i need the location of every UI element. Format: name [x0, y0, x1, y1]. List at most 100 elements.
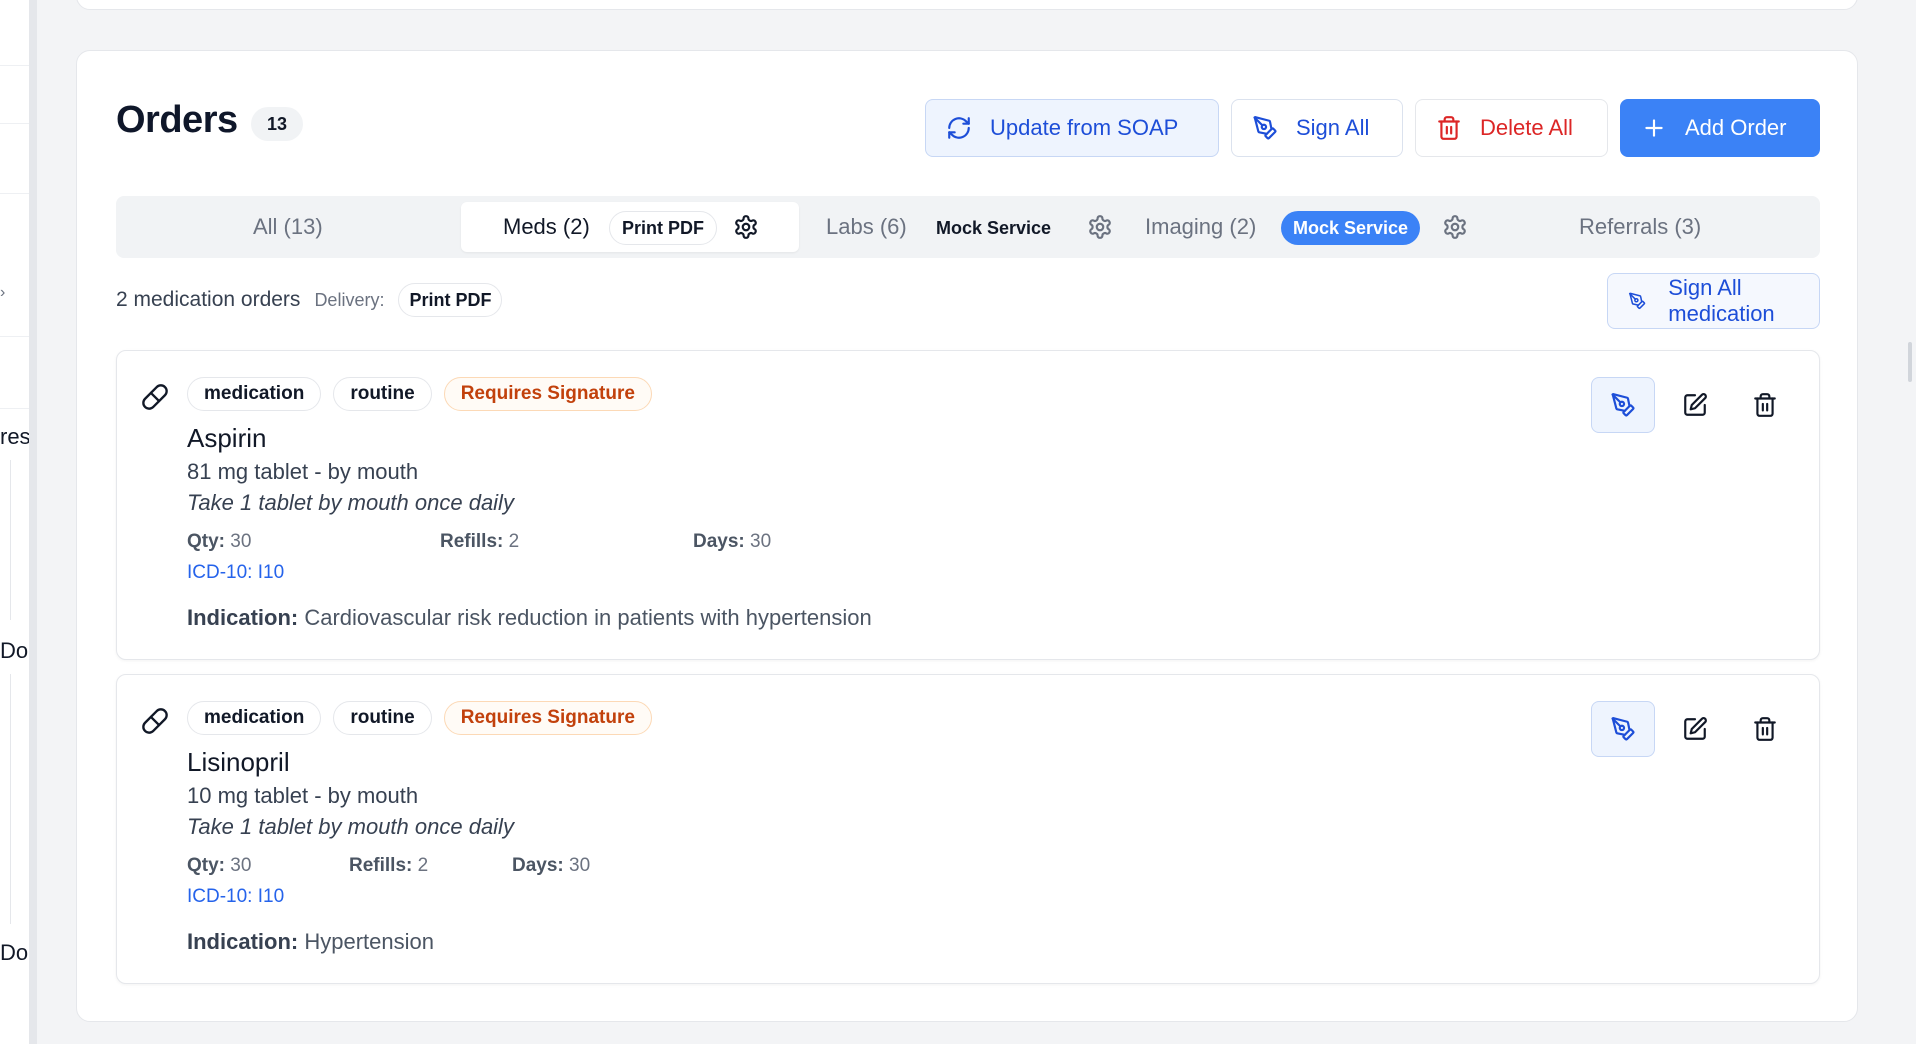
delivery-value-badge: Print PDF: [398, 283, 503, 317]
days-value: 30: [750, 531, 772, 552]
imaging-settings-gear-icon[interactable]: [1442, 214, 1468, 240]
pen-tool-icon: [1628, 292, 1646, 310]
edit-order-button[interactable]: [1663, 701, 1727, 757]
sign-all-button[interactable]: Sign All: [1231, 99, 1403, 157]
sign-all-medication-label: Sign All medication: [1668, 275, 1775, 326]
trash-icon: [1754, 393, 1776, 417]
imaging-service-badge: Mock Service: [1281, 211, 1421, 245]
pen-tool-icon: [1253, 116, 1277, 140]
meds-delivery-badge: Print PDF: [609, 211, 718, 245]
sign-order-button[interactable]: [1591, 701, 1655, 757]
order-tags: medication routine Requires Signature: [187, 701, 652, 735]
medication-summary: 2 medication orders Delivery: Print PDF: [116, 283, 503, 317]
page-scrollbar[interactable]: [1904, 0, 1916, 1044]
indication-label: Indication:: [187, 605, 299, 630]
indication-label: Indication:: [187, 929, 299, 954]
requires-signature-tag: Requires Signature: [443, 377, 652, 411]
trash-icon: [1754, 717, 1776, 741]
refresh-icon: [948, 117, 970, 139]
update-from-soap-button[interactable]: Update from SOAP: [925, 99, 1219, 157]
order-tags: medication routine Requires Signature: [187, 377, 652, 411]
order-card[interactable]: medication routine Requires Signature As…: [116, 350, 1820, 660]
sidebar-fragment: res: [0, 424, 31, 449]
icd-code-link[interactable]: ICD-10: I10: [187, 886, 284, 908]
sidebar-divider: [0, 65, 29, 66]
sidebar-chevron-icon: ›: [0, 284, 6, 301]
priority-tag: routine: [333, 377, 432, 411]
days-label: Days:: [693, 531, 745, 552]
sidebar-divider: [0, 123, 29, 124]
add-order-button[interactable]: Add Order: [1620, 99, 1820, 157]
days-value: 30: [569, 855, 591, 876]
qty-label: Qty:: [187, 855, 225, 876]
orders-count-badge: 13: [251, 107, 303, 141]
edit-order-button[interactable]: [1663, 377, 1727, 433]
tab-referrals[interactable]: Referrals (3): [1579, 196, 1701, 258]
labs-service-badge: Mock Service: [936, 218, 1052, 238]
qty-field: Qty: 30: [187, 531, 251, 553]
pill-icon: [142, 708, 168, 734]
tab-labs[interactable]: Labs (6): [826, 196, 907, 258]
drug-name: Lisinopril: [187, 747, 290, 777]
days-field: Days: 30: [512, 855, 590, 877]
sign-all-label: Sign All: [1296, 115, 1370, 140]
orders-card: Orders 13 Update from SOAP Sign All Dele…: [76, 50, 1858, 1022]
sidebar-divider: [0, 336, 29, 337]
meds-settings-gear-icon[interactable]: [733, 214, 759, 240]
delete-order-button[interactable]: [1733, 377, 1797, 433]
previous-section-card: [76, 0, 1858, 10]
medication-count-text: 2 medication orders: [116, 288, 301, 311]
pill-icon: [142, 384, 168, 410]
delivery-label: Delivery:: [314, 289, 385, 310]
drug-instructions: Take 1 tablet by mouth once daily: [187, 490, 514, 515]
delete-all-label: Delete All: [1480, 115, 1573, 140]
sign-order-button[interactable]: [1591, 377, 1655, 433]
order-type-tabs: All (13) Meds (2) Print PDF Labs (6) Moc…: [116, 196, 1820, 258]
add-order-label: Add Order: [1685, 115, 1787, 140]
refills-label: Refills:: [440, 531, 504, 552]
priority-tag: routine: [333, 701, 432, 735]
requires-signature-tag: Requires Signature: [443, 701, 652, 735]
refills-label: Refills:: [349, 855, 413, 876]
plus-icon: [1645, 119, 1663, 137]
drug-dose: 81 mg tablet - by mouth: [187, 459, 419, 484]
refills-field: Refills: 2: [440, 531, 519, 553]
left-sidebar: › res Do Do: [0, 0, 37, 1044]
page-title: Orders: [116, 99, 238, 141]
sidebar-fragment: Do: [0, 940, 29, 965]
edit-icon: [1684, 717, 1707, 740]
qty-value: 30: [230, 531, 252, 552]
refills-value: 2: [508, 531, 520, 552]
indication: Indication: Cardiovascular risk reductio…: [187, 605, 872, 631]
sidebar-scrollbar[interactable]: [29, 0, 36, 1044]
sidebar-divider: [0, 193, 29, 194]
indication-value: Hypertension: [304, 929, 434, 954]
days-label: Days:: [512, 855, 564, 876]
delete-order-button[interactable]: [1733, 701, 1797, 757]
refills-field: Refills: 2: [349, 855, 428, 877]
labs-settings-gear-icon[interactable]: [1087, 214, 1113, 240]
tab-meds[interactable]: Meds (2): [503, 196, 590, 258]
qty-label: Qty:: [187, 531, 225, 552]
qty-value: 30: [230, 855, 252, 876]
pen-tool-icon: [1611, 717, 1635, 741]
sign-all-medication-button[interactable]: Sign All medication: [1607, 273, 1820, 329]
delete-all-button[interactable]: Delete All: [1415, 99, 1608, 157]
order-card[interactable]: medication routine Requires Signature Li…: [116, 674, 1820, 984]
refills-value: 2: [417, 855, 429, 876]
tab-imaging[interactable]: Imaging (2): [1145, 196, 1256, 258]
days-field: Days: 30: [693, 531, 771, 553]
trash-icon: [1438, 116, 1460, 140]
pen-tool-icon: [1611, 393, 1635, 417]
sidebar-rule: [10, 674, 11, 924]
icd-code-link[interactable]: ICD-10: I10: [187, 562, 284, 584]
order-type-tag: medication: [187, 701, 322, 735]
sidebar-rule: [10, 460, 11, 620]
indication: Indication: Hypertension: [187, 929, 434, 955]
tab-all[interactable]: All (13): [253, 196, 323, 258]
order-type-tag: medication: [187, 377, 322, 411]
sidebar-divider: [0, 408, 29, 409]
drug-dose: 10 mg tablet - by mouth: [187, 783, 419, 808]
indication-value: Cardiovascular risk reduction in patient…: [304, 605, 872, 630]
scrollbar-thumb[interactable]: [1908, 342, 1912, 382]
